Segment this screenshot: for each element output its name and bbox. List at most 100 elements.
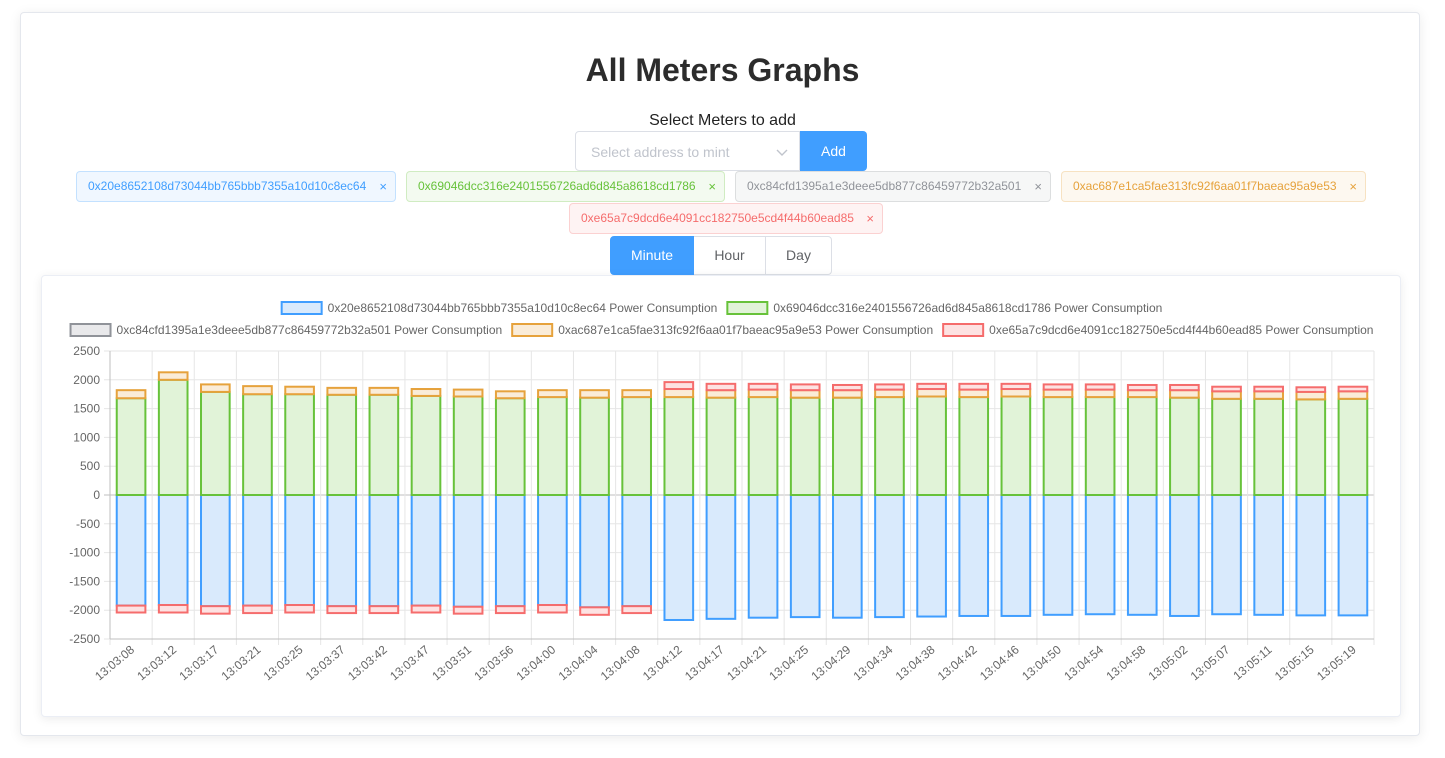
range-hour-button[interactable]: Hour	[694, 236, 766, 275]
bar	[916, 388, 947, 398]
add-button[interactable]: Add	[800, 131, 867, 171]
x-tick-label: 13:03:42	[345, 642, 390, 683]
bar	[410, 494, 442, 607]
chevron-down-icon	[776, 149, 788, 156]
close-icon[interactable]: ×	[1034, 172, 1042, 201]
bar	[410, 604, 442, 614]
meter-tag-label: 0x20e8652108d73044bb765bbb7355a10d10c8ec…	[88, 179, 367, 193]
legend-label: 0x69046dcc316e2401556726ad6d845a8618cd17…	[773, 301, 1162, 315]
bar	[663, 494, 695, 621]
close-icon[interactable]: ×	[866, 204, 874, 233]
bar	[242, 494, 273, 607]
x-tick-label: 13:05:19	[1314, 642, 1359, 683]
legend-swatch	[69, 323, 112, 337]
bar	[284, 393, 315, 496]
bar	[789, 396, 821, 496]
bar	[452, 605, 484, 615]
x-tick-label: 13:03:37	[303, 642, 348, 683]
bar	[874, 396, 905, 496]
meter-address-select[interactable]: Select address to mint	[575, 131, 800, 171]
bar	[705, 382, 737, 392]
x-tick-label: 13:04:54	[1061, 642, 1106, 683]
close-icon[interactable]: ×	[1349, 172, 1357, 201]
y-tick-label: 500	[80, 459, 100, 473]
bar	[200, 605, 231, 615]
bar	[1337, 397, 1369, 496]
x-tick-label: 13:03:47	[387, 642, 432, 683]
x-tick-label: 13:03:17	[176, 642, 221, 683]
y-tick-label: 1000	[73, 430, 100, 444]
bar	[242, 604, 273, 615]
bar	[789, 494, 821, 619]
legend-swatch	[511, 323, 554, 337]
bar	[326, 386, 358, 396]
legend-swatch	[942, 323, 985, 337]
bar	[1253, 390, 1284, 400]
x-tick-label: 13:05:02	[1146, 642, 1191, 683]
bar	[115, 604, 147, 614]
bar	[1042, 494, 1074, 616]
bar	[200, 383, 231, 393]
y-tick-label: 0	[93, 488, 100, 502]
bar	[874, 383, 905, 391]
bar	[621, 396, 652, 496]
bar	[1169, 383, 1200, 392]
bar	[368, 393, 400, 496]
bar	[958, 494, 990, 617]
close-icon[interactable]: ×	[708, 172, 716, 201]
x-tick-label: 13:04:08	[598, 642, 643, 683]
bar	[368, 605, 400, 615]
x-tick-label: 13:04:25	[766, 642, 811, 683]
x-tick-label: 13:04:00	[514, 642, 559, 683]
bar	[1295, 386, 1327, 393]
bar	[1000, 494, 1032, 617]
bar	[621, 494, 652, 608]
stacked-bar-chart: 2500 2000 1500 1000 500 0 -500 -1000 -1500 -2000 -…	[69, 301, 1375, 683]
bar	[705, 389, 737, 399]
y-tick-label: -1500	[69, 574, 100, 588]
bar	[874, 494, 905, 619]
bar	[916, 382, 947, 391]
select-placeholder: Select address to mint	[591, 144, 730, 160]
bar	[1211, 385, 1242, 393]
bar	[958, 396, 990, 496]
range-minute-button[interactable]: Minute	[610, 236, 694, 275]
bar	[157, 371, 189, 381]
page-title: All Meters Graphs	[585, 52, 860, 88]
x-tick-label: 13:05:07	[1188, 642, 1233, 683]
x-tick-label: 13:04:50	[1019, 642, 1064, 683]
range-day-button[interactable]: Day	[765, 236, 832, 275]
bar	[1253, 494, 1284, 616]
bar	[452, 395, 484, 496]
bar	[1042, 388, 1074, 399]
bar	[579, 389, 610, 399]
bar	[705, 396, 737, 496]
bar	[832, 396, 863, 496]
legend-label: 0xe65a7c9dcd6e4091cc182750e5cd4f44b60ead…	[989, 323, 1373, 337]
x-tick-label: 13:05:11	[1230, 642, 1274, 682]
bar	[537, 389, 568, 399]
bar	[789, 389, 821, 399]
bar	[874, 388, 905, 399]
bar	[1000, 388, 1032, 398]
bar	[832, 383, 863, 392]
close-icon[interactable]: ×	[379, 172, 387, 201]
bar	[284, 604, 315, 614]
y-tick-label: -2500	[69, 632, 100, 646]
bar	[115, 389, 147, 400]
bar	[200, 494, 231, 608]
meter-tag-label: 0xc84cfd1395a1e3deee5db877c86459772b32a5…	[747, 179, 1022, 193]
y-tick-label: 2500	[73, 344, 100, 358]
bar	[410, 394, 442, 496]
bar	[494, 397, 526, 496]
x-tick-label: 13:03:12	[134, 642, 179, 683]
bar	[1169, 494, 1200, 617]
bar	[1126, 389, 1158, 399]
bar	[1253, 397, 1284, 496]
legend-swatch	[726, 301, 769, 315]
bar	[157, 378, 189, 496]
legend-label: 0x20e8652108d73044bb765bbb7355a10d10c8ec…	[328, 301, 718, 315]
x-tick-label: 13:04:21	[724, 642, 769, 683]
bar	[1295, 398, 1327, 496]
bar	[1295, 390, 1327, 401]
